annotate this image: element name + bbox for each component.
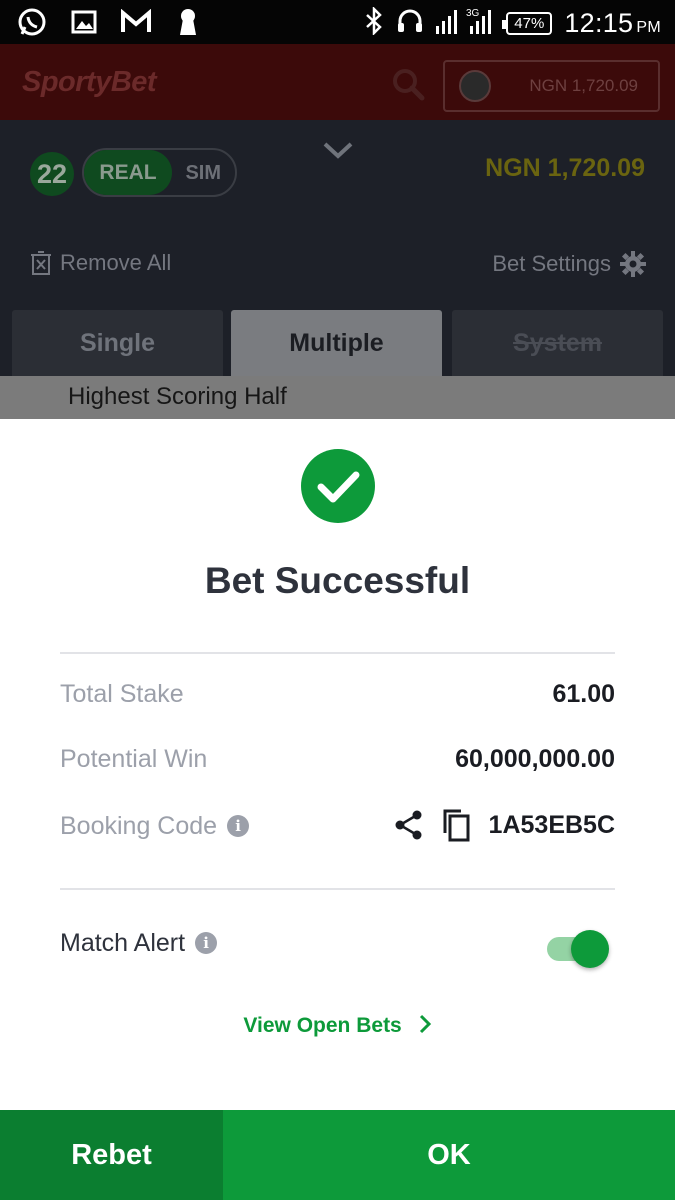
clock-ampm: PM [636,19,661,36]
info-icon[interactable]: i [227,815,250,837]
signal-icon: 3G [436,6,494,41]
header-balance: NGN 1,720.09 [529,76,638,95]
bet-count-badge: 22 [30,152,74,196]
remove-all-button[interactable]: Remove All [30,250,171,276]
tab-multiple[interactable]: Multiple [231,310,442,376]
trash-icon [31,251,51,275]
copy-icon[interactable] [441,808,471,842]
divider [60,652,615,654]
search-icon[interactable] [390,66,426,102]
tab-single-label: Single [79,328,155,357]
booking-code-label: Booking Code [60,812,218,840]
real-sim-toggle[interactable]: REAL SIM [82,148,237,197]
booking-code-group: 1A53EB5C [393,808,615,842]
match-alert-label: Match Alert [60,929,186,957]
check-circle-icon [301,449,375,523]
clock: 12:15 PM [564,8,661,39]
tab-single[interactable]: Single [12,310,223,376]
chevron-right-icon [419,1014,431,1034]
ok-button[interactable]: OK [223,1110,675,1200]
bet-settings-label: Bet Settings [492,251,611,276]
mode-real[interactable]: REAL [84,150,172,195]
booking-code-row-label: Booking Code i [60,812,250,841]
gear-icon [620,251,646,277]
chevron-down-icon[interactable] [320,132,356,168]
whatsapp-icon [16,6,48,38]
rebet-button[interactable]: Rebet [0,1110,223,1200]
selection-market: Highest Scoring Half [68,383,287,410]
mode-sim[interactable]: SIM [185,162,221,185]
booking-code-value[interactable]: 1A53EB5C [489,811,615,840]
bet-settings-button[interactable]: Bet Settings [492,250,647,278]
total-stake-value: 61.00 [552,680,615,708]
bet-type-tabs: Single Multiple System [12,310,663,376]
potential-win-value: 60,000,000.00 [455,745,615,773]
network-type: 3G [466,8,480,19]
betslip-balance: NGN 1,720.09 [485,154,645,182]
toggle-knob [571,930,609,968]
battery-indicator: 47% [502,12,553,35]
app-header: SportyBet NGN 1,720.09 [0,44,675,120]
divider [60,888,615,890]
gallery-icon [68,6,100,38]
avatar [459,70,491,102]
potential-win-label: Potential Win [60,745,208,773]
dialog-title: Bet Successful [204,560,471,601]
total-stake-label: Total Stake [60,680,184,708]
clock-time: 12:15 [564,8,634,38]
bluetooth-icon [364,5,384,40]
match-alert-row-label: Match Alert i [60,929,218,958]
share-icon[interactable] [393,809,425,841]
account-balance-button[interactable]: NGN 1,720.09 [443,60,660,112]
tab-system-label: System [513,328,602,357]
status-bar: 3G 47% 12:15 PM [0,0,675,44]
info-icon[interactable]: i [195,932,218,954]
tab-multiple-label: Multiple [289,328,384,357]
selection-row: Highest Scoring Half [0,376,675,420]
tab-system[interactable]: System [452,310,663,376]
headset-icon [396,7,424,40]
gmail-icon [120,6,152,38]
sportybet-logo[interactable]: SportyBet [22,66,157,99]
keyhole-icon [172,6,204,38]
view-open-bets-label: View Open Bets [243,1014,402,1037]
remove-all-label: Remove All [60,250,172,275]
view-open-bets-link[interactable]: View Open Bets [0,1014,675,1038]
match-alert-toggle[interactable] [547,930,609,968]
